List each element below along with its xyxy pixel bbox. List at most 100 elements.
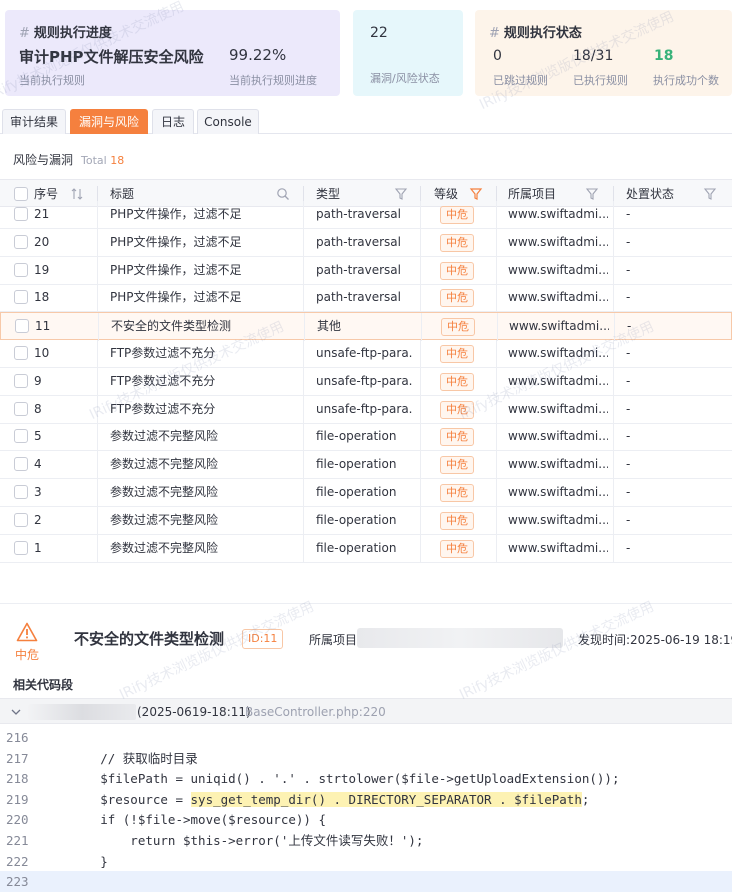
cell-type: file-operation: [316, 485, 397, 499]
tab-logs[interactable]: 日志: [152, 109, 194, 134]
cell-title: 参数过滤不完整风险: [110, 457, 219, 472]
row-checkbox[interactable]: [14, 346, 28, 360]
line-number: 220: [6, 812, 29, 828]
cell-title: FTP参数过滤不充分: [110, 346, 216, 360]
select-all-checkbox[interactable]: [14, 187, 28, 201]
table-row[interactable]: 10 FTP参数过滤不充分 unsafe-ftp-para... www.swifta…: [0, 340, 732, 368]
table-row[interactable]: 18 PHP文件操作，过滤不足 path-traversal www.swiftadm…: [0, 284, 732, 313]
table-row[interactable]: 1 参数过滤不完整风险 file-operation www.swiftadmi...…: [0, 534, 732, 563]
table-row[interactable]: 11 不安全的文件类型检测 其他 www.swiftadmi... - 中危: [0, 312, 732, 342]
row-checkbox[interactable]: [15, 319, 29, 334]
cell-title: PHP文件操作，过滤不足: [110, 234, 242, 249]
code-text: $resource = sys_get_temp_dir() . DIRECTO…: [40, 791, 590, 807]
vuln-count: 22: [370, 25, 388, 41]
level-badge: 中危: [440, 511, 474, 530]
cell-title: PHP文件操作，过滤不足: [110, 207, 242, 221]
cell-title: 参数过滤不完整风险: [110, 485, 219, 499]
warning-icon: [16, 622, 38, 642]
cell-id: 8: [34, 401, 42, 416]
table-row[interactable]: 19 PHP文件操作，过滤不足 path-traversal www.swiftadm…: [0, 256, 732, 285]
code-section-title: 相关代码段: [13, 678, 74, 692]
table-row[interactable]: 9 FTP参数过滤不充分 unsafe-ftp-para... www.swiftad…: [0, 367, 732, 396]
cell-status: -: [626, 457, 631, 472]
tab-audit-results[interactable]: 审计结果: [2, 109, 66, 134]
table-row[interactable]: 3 参数过滤不完整风险 file-operation www.swiftadmi...…: [0, 479, 732, 507]
row-checkbox[interactable]: [14, 540, 28, 555]
cell-project: www.swiftadmi...: [508, 512, 608, 527]
code-timestamp: (2025-0619-18:11): [137, 705, 251, 719]
success-label: 执行成功个数: [653, 74, 719, 87]
row-checkbox[interactable]: [14, 207, 28, 221]
code-line: 217 // 获取临时目录: [0, 748, 732, 769]
code-line: 223: [0, 871, 732, 893]
filter-icon[interactable]: [394, 187, 408, 201]
level-badge: 中危: [440, 345, 474, 363]
cell-project: www.swiftadmi...: [508, 457, 608, 472]
level-badge: 中危: [440, 233, 474, 252]
cell-id: 9: [34, 373, 42, 388]
table-row[interactable]: 8 FTP参数过滤不充分 unsafe-ftp-para... www.swiftad…: [0, 395, 732, 424]
line-number: 216: [6, 730, 29, 745]
cell-type: path-traversal: [316, 290, 401, 305]
level-badge: 中危: [440, 428, 474, 447]
row-checkbox[interactable]: [14, 429, 28, 444]
cell-id: 11: [35, 319, 51, 334]
code-text: }: [40, 853, 108, 869]
cell-status: -: [626, 540, 631, 555]
detail-id-badge: ID:11: [242, 629, 284, 649]
cell-status: -: [626, 290, 631, 305]
highlighted-code: sys_get_temp_dir() . DIRECTORY_SEPARATOR…: [190, 791, 582, 807]
cell-title: 不安全的文件类型检测: [111, 319, 232, 334]
line-number: 222: [6, 853, 29, 869]
row-checkbox[interactable]: [14, 485, 28, 499]
file-path-redacted: [28, 704, 136, 720]
sort-icon[interactable]: [70, 187, 84, 201]
filter-icon[interactable]: [703, 187, 717, 201]
cell-status: -: [626, 401, 631, 416]
total-count: Total 18: [81, 154, 125, 167]
filter-icon[interactable]: [585, 187, 599, 201]
row-checkbox[interactable]: [14, 512, 28, 527]
level-badge: 中危: [440, 372, 474, 391]
current-rule-label: 当前执行规则: [19, 74, 85, 87]
section-header: 风险与漏洞 Total 18: [13, 151, 124, 168]
table-row[interactable]: 4 参数过滤不完整风险 file-operation www.swiftadmi...…: [0, 451, 732, 480]
row-checkbox[interactable]: [14, 373, 28, 388]
level-badge: 中危: [440, 289, 474, 308]
vuln-status-label: 漏洞/风险状态: [370, 72, 440, 85]
table-row[interactable]: 21 PHP文件操作，过滤不足 path-traversal www.swiftadm…: [0, 201, 732, 229]
cell-title: 参数过滤不完整风险: [110, 512, 219, 527]
cell-project: www.swiftadmi...: [508, 540, 608, 555]
cell-id: 10: [34, 346, 50, 360]
executed-label: 已执行规则: [573, 74, 628, 87]
tab-vulnerabilities[interactable]: 漏洞与风险: [70, 109, 148, 134]
row-checkbox[interactable]: [14, 457, 28, 472]
code-text: return $this->error('上传文件读写失败！');: [40, 833, 424, 848]
cell-id: 5: [34, 429, 42, 444]
rule-status-card: # 规则执行状态 0 18/31 18 已跳过规则 已执行规则 执行成功个数: [475, 10, 732, 96]
search-icon[interactable]: [276, 187, 290, 201]
row-checkbox[interactable]: [14, 234, 28, 249]
row-checkbox[interactable]: [14, 262, 28, 277]
code-line: 219 $resource = sys_get_temp_dir() . DIR…: [0, 789, 732, 810]
cell-status: -: [626, 262, 631, 277]
cell-title: FTP参数过滤不充分: [110, 401, 216, 416]
level-badge: 中危: [441, 318, 475, 337]
table-row[interactable]: 2 参数过滤不完整风险 file-operation www.swiftadmi...…: [0, 506, 732, 535]
table-row[interactable]: 5 参数过滤不完整风险 file-operation www.swiftadmi...…: [0, 423, 732, 452]
cell-id: 4: [34, 457, 42, 472]
cell-status: -: [627, 319, 632, 334]
table-row[interactable]: 20 PHP文件操作，过滤不足 path-traversal www.swiftadm…: [0, 228, 732, 257]
cell-status: -: [626, 234, 631, 249]
tab-console[interactable]: Console: [197, 109, 259, 134]
code-file-bar[interactable]: (2025-0619-18:11) BaseController.php:220: [0, 698, 732, 724]
level-badge: 中危: [440, 484, 474, 502]
project-label: 所属项目: [309, 633, 358, 647]
cell-id: 19: [34, 262, 50, 277]
cell-type: unsafe-ftp-para...: [316, 346, 412, 360]
filter-icon-active[interactable]: [469, 187, 483, 201]
chevron-down-icon[interactable]: [10, 706, 22, 718]
executed-count: 18/31: [573, 48, 614, 64]
row-checkbox[interactable]: [14, 290, 28, 305]
row-checkbox[interactable]: [14, 401, 28, 416]
